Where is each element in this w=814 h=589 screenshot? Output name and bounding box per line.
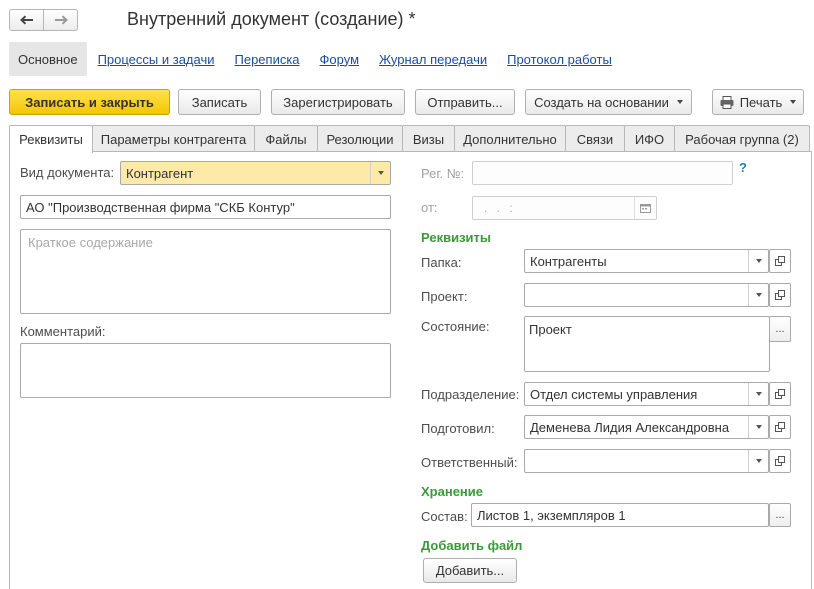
calendar-icon[interactable] [634,197,656,219]
arrow-left-icon [19,15,34,25]
date-field[interactable]: . . : [472,196,657,220]
panel-border [811,151,812,589]
chevron-down-icon [755,293,762,297]
arrow-right-icon [54,15,68,25]
print-button[interactable]: Печать [712,89,804,115]
responsible-label: Ответственный: [421,455,518,470]
create-based-on-button[interactable]: Создать на основании [525,89,692,115]
open-icon [775,288,785,303]
back-button[interactable] [9,9,44,31]
dropdown-button[interactable] [748,284,768,306]
open-icon [775,254,785,269]
open-responsible-button[interactable] [769,449,791,473]
tab-workgroup[interactable]: Рабочая группа (2) [674,125,810,152]
nav-work-log[interactable]: Протокол работы [507,52,612,67]
department-select[interactable]: Отдел системы управления [524,382,769,406]
send-button[interactable]: Отправить... [415,89,515,115]
date-label: от: [421,200,438,215]
doc-type-select[interactable]: Контрагент [120,161,391,185]
chevron-down-icon [790,100,797,104]
summary-placeholder: Краткое содержание [28,235,153,250]
chevron-down-icon [755,259,762,263]
reg-no-label: Рег. №: [421,166,465,181]
nav-correspondence[interactable]: Переписка [235,52,300,67]
comment-label: Комментарий: [20,324,106,339]
project-select[interactable] [524,283,769,307]
help-icon[interactable]: ? [739,160,747,175]
tab-files[interactable]: Файлы [254,125,318,152]
top-navigation: Основное Процессы и задачи Переписка Фор… [9,42,612,76]
tab-links[interactable]: Связи [565,125,625,152]
dropdown-button[interactable] [370,162,390,184]
dropdown-button[interactable] [748,383,768,405]
forward-button[interactable] [43,9,78,31]
prepared-label: Подготовил: [421,421,495,436]
state-select-button[interactable]: ... [769,316,791,342]
open-prepared-button[interactable] [769,415,791,439]
open-project-button[interactable] [769,283,791,307]
nav-processes[interactable]: Процессы и задачи [98,52,215,67]
window-title: Внутренний документ (создание) * [127,9,416,29]
tab-bar: Реквизиты Параметры контрагента Файлы Ре… [9,125,810,153]
chevron-down-icon [676,100,683,104]
tab-divider [92,151,812,152]
comment-textarea[interactable] [20,343,391,398]
composition-field[interactable]: Листов 1, экземпляров 1 [471,503,769,527]
state-label: Состояние: [421,319,490,334]
add-file-section-title: Добавить файл [421,538,523,553]
dropdown-button[interactable] [748,416,768,438]
add-file-button[interactable]: Добавить... [423,558,517,583]
open-department-button[interactable] [769,382,791,406]
nav-main[interactable]: Основное [9,42,87,76]
dropdown-button[interactable] [748,450,768,472]
storage-section-title: Хранение [421,484,483,499]
tab-ifo[interactable]: ИФО [624,125,675,152]
nav-forum[interactable]: Форум [320,52,360,67]
department-label: Подразделение: [421,387,520,402]
tab-requisites[interactable]: Реквизиты [9,125,93,153]
reg-no-field[interactable] [472,161,733,185]
printer-icon [720,95,734,109]
folder-label: Папка: [421,255,462,270]
nav-transfer-log[interactable]: Журнал передачи [379,52,487,67]
chevron-down-icon [377,171,384,175]
folder-select[interactable]: Контрагенты [524,249,769,273]
composition-label: Состав: [421,509,468,524]
chevron-down-icon [755,392,762,396]
project-label: Проект: [421,289,468,304]
chevron-down-icon [755,459,762,463]
open-folder-button[interactable] [769,249,791,273]
chevron-down-icon [755,425,762,429]
open-icon [775,420,785,435]
tab-additional[interactable]: Дополнительно [454,125,566,152]
tab-resolutions[interactable]: Резолюции [317,125,403,152]
panel-border [9,151,10,589]
counterparty-field[interactable]: АО "Производственная фирма "СКБ Контур" [20,195,391,219]
doc-type-label: Вид документа: [20,165,115,180]
tab-counterparty-params[interactable]: Параметры контрагента [92,125,255,152]
tab-visas[interactable]: Визы [402,125,455,152]
dropdown-button[interactable] [748,250,768,272]
open-icon [775,387,785,402]
save-button[interactable]: Записать [178,89,261,115]
composition-select-button[interactable]: ... [769,503,791,527]
open-icon [775,454,785,469]
summary-textarea[interactable]: Краткое содержание [20,229,391,314]
responsible-select[interactable] [524,449,769,473]
register-button[interactable]: Зарегистрировать [271,89,405,115]
state-field[interactable]: Проект [524,316,770,372]
requisites-section-title: Реквизиты [421,230,491,245]
save-and-close-button[interactable]: Записать и закрыть [9,89,170,115]
prepared-select[interactable]: Деменева Лидия Александровна [524,415,769,439]
